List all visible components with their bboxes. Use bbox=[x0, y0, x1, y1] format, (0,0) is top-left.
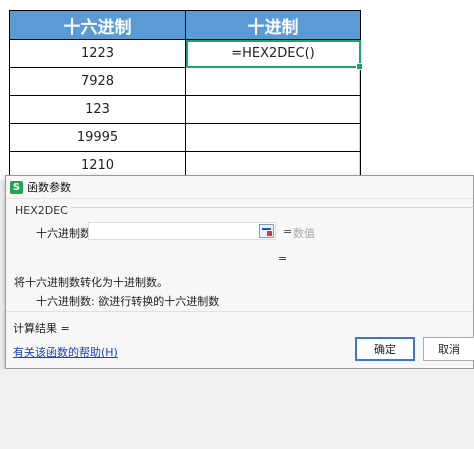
calculation-result: 计算结果 = bbox=[13, 322, 70, 335]
table-row: 1223 =HEX2DEC() bbox=[9, 39, 363, 70]
cell-dec[interactable] bbox=[185, 95, 361, 124]
table-row: 123 bbox=[9, 95, 361, 124]
header-row: 十六进制 十进制 bbox=[9, 10, 361, 40]
cancel-button[interactable]: 取消 bbox=[423, 337, 474, 361]
divider bbox=[6, 311, 473, 312]
cell-hex[interactable]: 1223 bbox=[9, 39, 186, 68]
collapse-dialog-icon[interactable] bbox=[259, 224, 274, 238]
help-link[interactable]: 有关该函数的帮助(H) bbox=[13, 344, 118, 360]
background-area bbox=[0, 369, 474, 449]
formula-result-equals: = bbox=[278, 252, 288, 265]
header-hex[interactable]: 十六进制 bbox=[9, 10, 186, 40]
argument-label: 十六进制数 bbox=[36, 227, 91, 240]
cell-dec[interactable] bbox=[185, 67, 361, 96]
function-description: 将十六进制数转化为十进制数。 bbox=[14, 276, 168, 289]
wps-app-icon: S bbox=[10, 180, 23, 194]
dialog-title: 函数参数 bbox=[27, 181, 71, 194]
argument-group bbox=[12, 207, 474, 278]
cell-hex[interactable]: 19995 bbox=[9, 123, 186, 152]
cell-formula: =HEX2DEC() bbox=[231, 46, 315, 61]
cell-hex[interactable]: 123 bbox=[9, 95, 186, 124]
table-row: 7928 bbox=[9, 67, 361, 96]
cell-dec[interactable] bbox=[185, 123, 361, 152]
cell-hex[interactable]: 7928 bbox=[9, 67, 186, 96]
table-row: 19995 bbox=[9, 123, 361, 152]
data-table: 十六进制 十进制 1223 =HEX2DEC() 7928 123 19995 … bbox=[9, 10, 363, 180]
parameter-description: 十六进制数: 欲进行转换的十六进制数 bbox=[36, 295, 220, 308]
spreadsheet-area: 十六进制 十进制 1223 =HEX2DEC() 7928 123 19995 … bbox=[0, 0, 474, 180]
ok-button[interactable]: 确定 bbox=[355, 337, 415, 361]
header-dec[interactable]: 十进制 bbox=[185, 10, 361, 40]
argument-result-placeholder: 数值 bbox=[293, 227, 315, 240]
active-cell[interactable]: =HEX2DEC() bbox=[185, 39, 363, 70]
dialog-titlebar[interactable]: S 函数参数 bbox=[6, 176, 473, 199]
fill-handle[interactable] bbox=[356, 63, 363, 70]
function-name: HEX2DEC bbox=[12, 204, 71, 217]
argument-input[interactable] bbox=[88, 222, 276, 240]
argument-equals: = bbox=[283, 225, 293, 238]
